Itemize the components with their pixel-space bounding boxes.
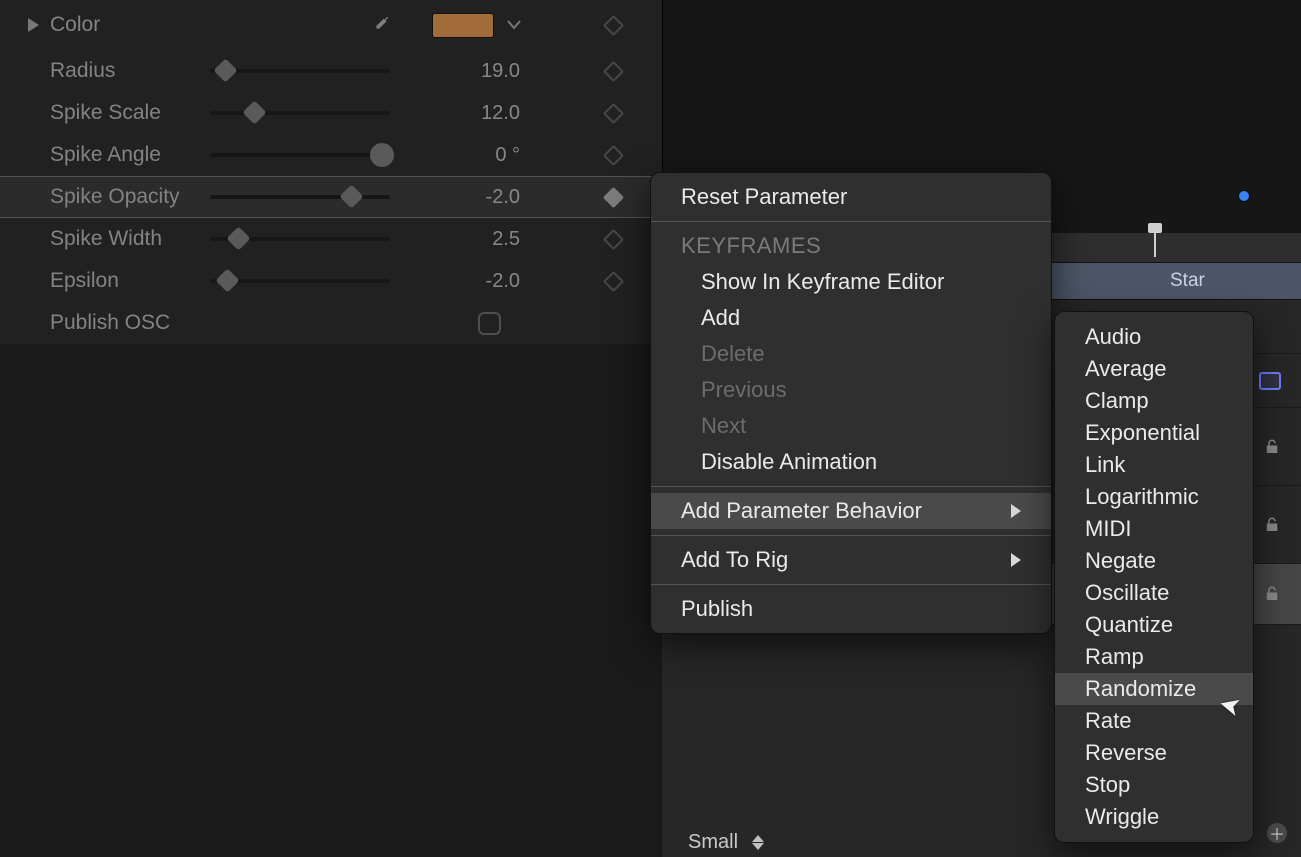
param-row-publish-osc: Publish OSC <box>0 302 663 344</box>
param-row: Spike Scale 12.0 <box>0 92 663 134</box>
color-swatch[interactable] <box>432 13 494 38</box>
keyframe-diamond[interactable] <box>603 228 624 249</box>
menu-item-reset-parameter[interactable]: Reset Parameter <box>651 179 1051 215</box>
submenu-item[interactable]: Reverse <box>1055 737 1253 769</box>
submenu-arrow-icon <box>1011 553 1021 567</box>
row-size-label: Small <box>688 831 738 854</box>
menu-item-disable-animation[interactable]: Disable Animation <box>651 444 1051 480</box>
param-value[interactable]: -2.0 <box>420 270 520 293</box>
slider[interactable] <box>210 69 390 73</box>
keyframe-diamond[interactable] <box>603 144 624 165</box>
param-value[interactable]: 2.5 <box>420 228 520 251</box>
keyframe-diamond[interactable] <box>603 14 624 35</box>
track-clip-label: Star <box>1170 270 1205 292</box>
param-row: Spike Width 2.5 <box>0 218 663 260</box>
keyframe-diamond[interactable] <box>603 186 624 207</box>
submenu-item[interactable]: Logarithmic <box>1055 481 1253 513</box>
eyedropper-icon[interactable] <box>370 14 392 36</box>
lock-icon[interactable] <box>1263 516 1281 534</box>
menu-item-next-keyframe: Next <box>651 408 1051 444</box>
param-label: Radius <box>50 59 115 83</box>
row-highlight-icon <box>1259 372 1281 390</box>
submenu-item[interactable]: MIDI <box>1055 513 1253 545</box>
slider[interactable] <box>210 237 390 241</box>
menu-item-add-keyframe[interactable]: Add <box>651 300 1051 336</box>
submenu-item[interactable]: Negate <box>1055 545 1253 577</box>
param-rows-container: Radius19.0Spike Scale12.0Spike Angle0 °S… <box>0 50 663 302</box>
submenu-item[interactable]: Average <box>1055 353 1253 385</box>
keyframe-diamond[interactable] <box>603 60 624 81</box>
menu-separator <box>651 486 1051 487</box>
angle-dial[interactable] <box>210 153 390 157</box>
chevron-down-icon[interactable] <box>506 17 522 33</box>
submenu-item[interactable]: Exponential <box>1055 417 1253 449</box>
param-label: Publish OSC <box>50 311 170 335</box>
row-size-popup[interactable]: Small <box>688 831 764 854</box>
keyframe-diamond[interactable] <box>603 270 624 291</box>
parameter-context-menu: Reset Parameter KEYFRAMES Show In Keyfra… <box>650 172 1052 634</box>
behavior-submenu: AudioAverageClampExponentialLinkLogarith… <box>1054 311 1254 843</box>
keyframe-node-icon[interactable] <box>1238 190 1250 202</box>
param-row: Radius 19.0 <box>0 50 663 92</box>
menu-item-previous-keyframe: Previous <box>651 372 1051 408</box>
slider[interactable] <box>210 195 390 199</box>
dial-knob-icon[interactable] <box>370 143 394 167</box>
slider[interactable] <box>210 279 390 283</box>
submenu-arrow-icon <box>1011 504 1021 518</box>
menu-separator <box>651 584 1051 585</box>
param-row: Spike Angle 0 ° <box>0 134 663 176</box>
keyframe-diamond[interactable] <box>603 102 624 123</box>
param-value[interactable]: -2.0 <box>420 186 520 209</box>
param-row: Epsilon -2.0 <box>0 260 663 302</box>
param-row: Spike Opacity -2.0 <box>0 176 663 218</box>
param-label: Color <box>50 13 100 37</box>
submenu-item[interactable]: Quantize <box>1055 609 1253 641</box>
inspector-panel: Color Radius 19.0 Spike Scale 12.0 Spike Ang… <box>0 0 663 344</box>
submenu-item[interactable]: Link <box>1055 449 1253 481</box>
disclosure-triangle-icon[interactable] <box>28 18 39 32</box>
slider-thumb-icon[interactable] <box>215 268 239 292</box>
menu-separator <box>651 221 1051 222</box>
slider-thumb-icon[interactable] <box>242 100 266 124</box>
param-label: Spike Scale <box>50 101 161 125</box>
param-label: Spike Opacity <box>50 185 180 209</box>
lock-icon[interactable] <box>1263 438 1281 456</box>
param-value[interactable]: 0 ° <box>420 144 520 167</box>
param-value[interactable]: 12.0 <box>420 102 520 125</box>
submenu-item[interactable]: Audio <box>1055 321 1253 353</box>
stepper-icon[interactable] <box>752 835 764 850</box>
menu-item-add-parameter-behavior[interactable]: Add Parameter Behavior <box>651 493 1051 529</box>
param-value[interactable]: 19.0 <box>420 60 520 83</box>
submenu-item[interactable]: Clamp <box>1055 385 1253 417</box>
menu-separator <box>651 535 1051 536</box>
menu-item-show-in-keyframe-editor[interactable]: Show In Keyframe Editor <box>651 264 1051 300</box>
param-label: Epsilon <box>50 269 119 293</box>
param-row-color: Color <box>0 0 663 50</box>
param-label: Spike Width <box>50 227 162 251</box>
submenu-item[interactable]: Wriggle <box>1055 801 1253 833</box>
slider-thumb-icon[interactable] <box>214 58 238 82</box>
menu-header-keyframes: KEYFRAMES <box>651 228 1051 264</box>
playhead-icon[interactable] <box>1154 231 1156 257</box>
submenu-item[interactable]: Oscillate <box>1055 577 1253 609</box>
add-button[interactable]: ＋ <box>1267 823 1287 843</box>
submenu-item[interactable]: Stop <box>1055 769 1253 801</box>
param-label: Spike Angle <box>50 143 161 167</box>
lock-icon[interactable] <box>1263 585 1281 603</box>
slider[interactable] <box>210 111 390 115</box>
slider-thumb-icon[interactable] <box>340 184 364 208</box>
publish-osc-checkbox[interactable] <box>478 312 501 335</box>
menu-item-publish[interactable]: Publish <box>651 591 1051 627</box>
slider-thumb-icon[interactable] <box>226 226 250 250</box>
menu-item-delete-keyframe: Delete <box>651 336 1051 372</box>
submenu-item[interactable]: Ramp <box>1055 641 1253 673</box>
menu-item-add-to-rig[interactable]: Add To Rig <box>651 542 1051 578</box>
